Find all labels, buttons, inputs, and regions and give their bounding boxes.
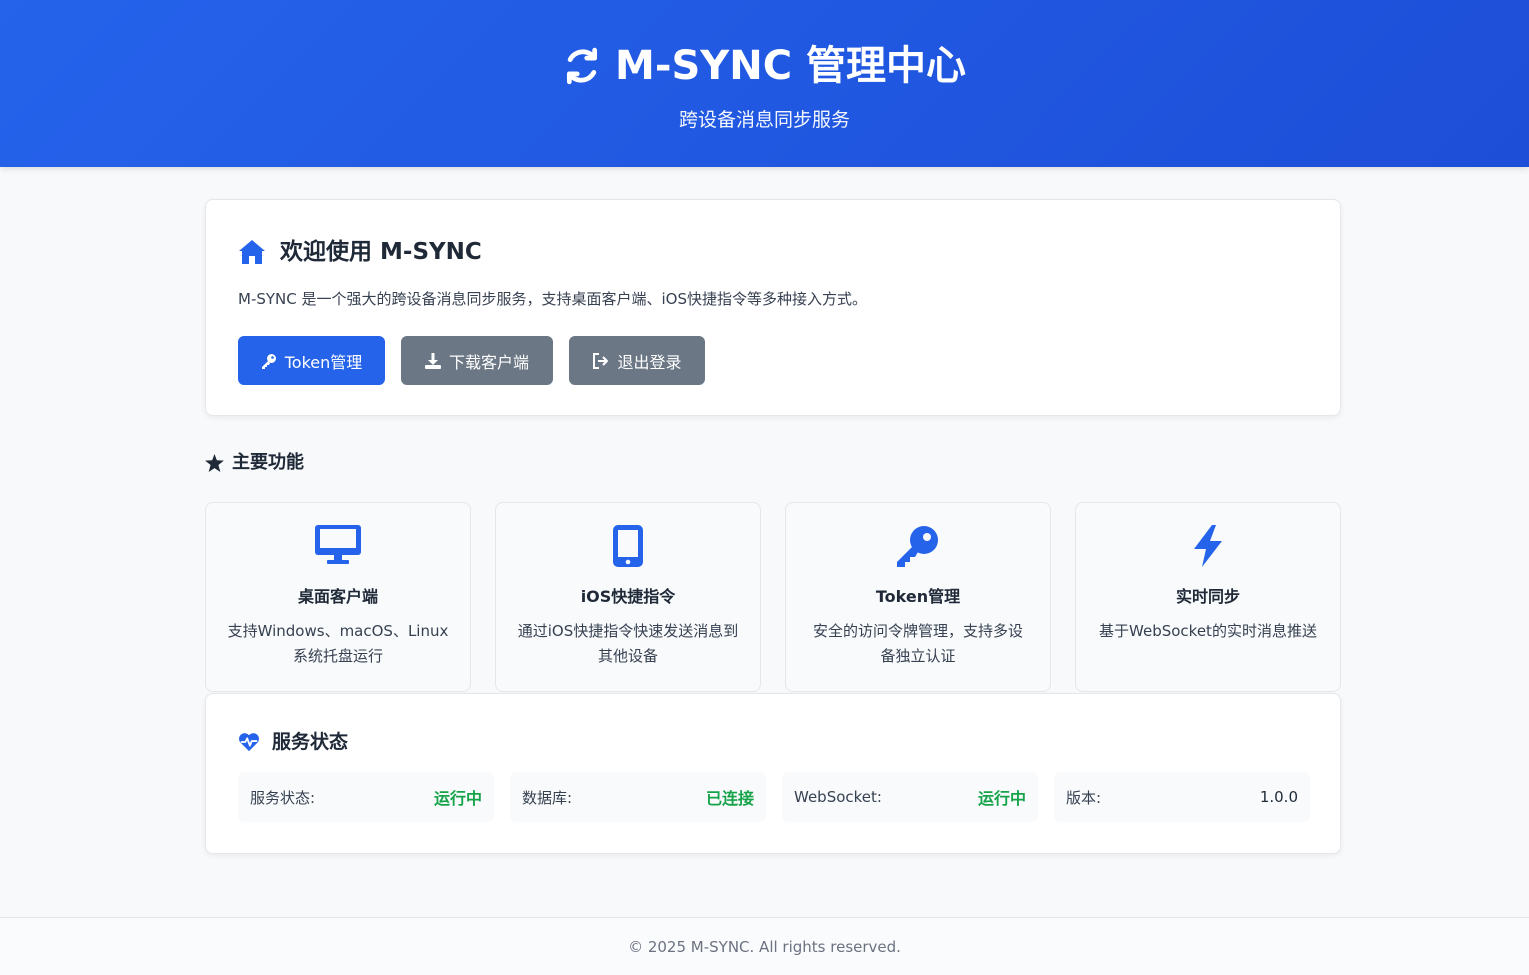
copyright-text: © 2025 M-SYNC. All rights reserved.	[628, 938, 901, 956]
welcome-description: M-SYNC 是一个强大的跨设备消息同步服务，支持桌面客户端、iOS快捷指令等多…	[238, 290, 868, 308]
status-item-version: 版本: 1.0.0	[1054, 772, 1310, 822]
feature-title: 桌面客户端	[297, 587, 378, 606]
status-value: 运行中	[433, 789, 482, 808]
status-value: 已连接	[705, 789, 754, 808]
key-icon	[786, 525, 1050, 567]
page-title: M-SYNC 管理中心	[615, 43, 966, 89]
feature-title: 实时同步	[1175, 587, 1240, 606]
features-title: 主要功能	[232, 452, 304, 473]
feature-card-realtime: 实时同步 基于WebSocket的实时消息推送	[1075, 502, 1341, 692]
status-label: 数据库:	[522, 788, 573, 807]
feature-card-ios: iOS快捷指令 通过iOS快捷指令快速发送消息到其他设备	[495, 502, 761, 692]
sync-icon	[563, 47, 601, 85]
download-icon	[424, 352, 441, 369]
status-label: 版本:	[1066, 788, 1102, 807]
status-value: 1.0.0	[1259, 788, 1298, 806]
feature-title: iOS快捷指令	[580, 587, 676, 606]
download-client-button[interactable]: 下载客户端	[401, 336, 553, 385]
status-label: WebSocket:	[794, 788, 882, 806]
feature-description: 基于WebSocket的实时消息推送	[1099, 622, 1317, 640]
welcome-title: 欢迎使用 M-SYNC	[280, 239, 482, 265]
desktop-icon	[206, 525, 470, 565]
status-value: 运行中	[977, 789, 1026, 808]
download-button-label: 下载客户端	[448, 352, 529, 372]
status-item-database: 数据库: 已连接	[510, 772, 766, 822]
feature-description: 安全的访问令牌管理，支持多设备独立认证	[812, 622, 1023, 665]
status-item-websocket: WebSocket: 运行中	[782, 772, 1038, 822]
feature-description: 支持Windows、macOS、Linux系统托盘运行	[227, 622, 449, 665]
feature-card-desktop: 桌面客户端 支持Windows、macOS、Linux系统托盘运行	[205, 502, 471, 692]
token-management-button[interactable]: Token管理	[238, 336, 385, 385]
welcome-title-row: 欢迎使用 M-SYNC	[238, 236, 482, 268]
page-subtitle: 跨设备消息同步服务	[678, 109, 850, 131]
logout-button[interactable]: 退出登录	[569, 336, 705, 385]
mobile-icon	[496, 525, 760, 567]
token-button-label: Token管理	[284, 352, 363, 372]
feature-title: Token管理	[875, 587, 961, 606]
status-title: 服务状态	[272, 731, 349, 753]
status-label: 服务状态:	[250, 788, 316, 807]
feature-description: 通过iOS快捷指令快速发送消息到其他设备	[517, 622, 739, 665]
feature-card-token: Token管理 安全的访问令牌管理，支持多设备独立认证	[785, 502, 1051, 692]
service-status-card: 服务状态 服务状态: 运行中 数据库: 已连接 WebSocket: 运行中 版…	[205, 693, 1341, 854]
features-section-title: 主要功能	[205, 450, 304, 476]
sign-out-icon	[592, 352, 609, 369]
status-item-service: 服务状态: 运行中	[238, 772, 494, 822]
header-title-row: M-SYNC 管理中心	[0, 38, 1529, 94]
home-icon	[238, 239, 266, 265]
heartbeat-icon	[238, 732, 260, 752]
bolt-icon	[1076, 525, 1340, 567]
welcome-card: 欢迎使用 M-SYNC M-SYNC 是一个强大的跨设备消息同步服务，支持桌面客…	[205, 199, 1341, 416]
star-icon	[205, 454, 224, 472]
status-title-row: 服务状态	[238, 728, 348, 756]
page-footer: © 2025 M-SYNC. All rights reserved.	[0, 917, 1529, 975]
logout-button-label: 退出登录	[617, 352, 682, 372]
page-header: M-SYNC 管理中心 跨设备消息同步服务	[0, 0, 1529, 167]
key-icon	[261, 353, 277, 369]
